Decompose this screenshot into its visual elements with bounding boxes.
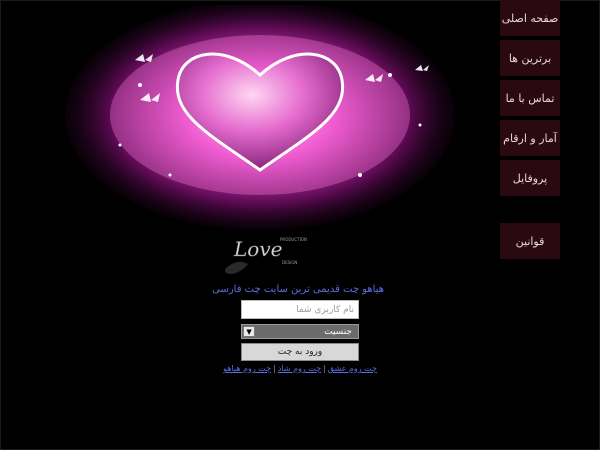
heart-hero-image (65, 5, 455, 230)
nav-home-label: صفحه اصلی (501, 11, 559, 25)
gender-select[interactable]: جنسیت ▼ (241, 324, 359, 339)
nav-home[interactable]: صفحه اصلی (500, 0, 560, 36)
nav-stats[interactable]: آمار و ارقام (500, 120, 560, 156)
logo-text: Love (233, 237, 282, 261)
link-chat-shad[interactable]: چت روم شاد (278, 364, 321, 373)
link-chat-love[interactable]: چت روم عشق (328, 364, 377, 373)
link-chat-hiahoo[interactable]: چت روم هیاهو (223, 364, 271, 373)
love-logo: PRODUCTION Love DESIGN (224, 237, 307, 274)
nav-contact[interactable]: تماس با ما (500, 80, 560, 116)
nav-rules[interactable]: قوانین (500, 223, 560, 259)
logo-small-top: PRODUCTION (280, 237, 307, 242)
chevron-down-icon: ▼ (243, 326, 255, 337)
nav-top-label: برترین ها (508, 51, 552, 65)
nav-stats-label: آمار و ارقام (503, 131, 557, 145)
logo-small-bottom: DESIGN (282, 260, 297, 265)
nav-top[interactable]: برترین ها (500, 40, 560, 76)
enter-chat-button[interactable]: ورود به چت (241, 343, 359, 361)
gender-selected-value: جنسیت (324, 326, 352, 337)
nav-rules-label: قوانین (515, 234, 545, 248)
site-tagline: هیاهو چت قدیمی ترین سایت چت فارسی (212, 284, 384, 295)
nav-contact-label: تماس با ما (505, 91, 555, 105)
footer-links: چت روم عشق|چت روم شاد|چت روم هیاهو (223, 364, 377, 373)
nav-profile-label: پروفایل (512, 171, 548, 185)
nav-profile[interactable]: پروفایل (500, 160, 560, 196)
username-input[interactable] (241, 300, 359, 319)
